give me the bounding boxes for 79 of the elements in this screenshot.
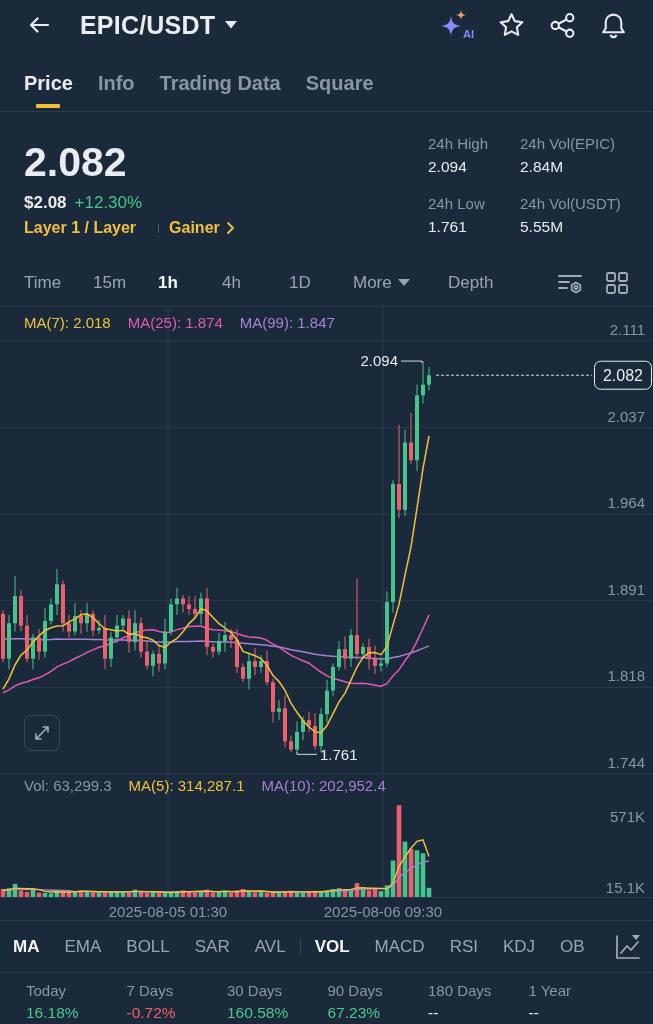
share-icon[interactable] [549,11,576,39]
indicator-tab[interactable]: RSI [449,936,478,957]
indicator-tab[interactable]: MACD [374,936,425,957]
indicator-tab[interactable]: SAR [194,936,230,957]
chart-tab[interactable]: Time [24,272,62,293]
price-axis-label: 1.964 [607,494,645,512]
indicator-tab[interactable]: BOLL [126,936,170,957]
more-dropdown[interactable]: More [353,272,410,293]
volume-legend-label: MA(5): 314,287.1 [128,777,245,795]
last-price: 2.082 [24,139,128,185]
period-change: -0.72% [126,1003,177,1023]
caret-down-icon [397,279,410,286]
line-chart-icon[interactable] [615,933,641,960]
period-label: 30 Days [227,981,284,1001]
stat-label: 24h Vol(EPIC) [520,134,617,154]
price-axis-label: 2.111 [609,321,645,338]
period-change: 67.23% [327,1003,382,1023]
bell-icon[interactable] [600,11,627,39]
price-axis-label: 1.891 [607,580,645,598]
caret-down-icon [225,21,238,29]
chart-tab[interactable]: 4h [222,272,241,293]
stat-label: 24h High [428,134,490,154]
price-change: +12.30% [74,193,143,213]
period-change: -- [428,1003,440,1023]
indicator-tab[interactable]: VOL [314,936,350,957]
volume-axis-label: 571K [609,808,645,825]
ma-legend-label: MA(25): 1.874 [127,314,223,332]
chart-tab[interactable]: 1h [158,272,178,293]
price-axis-label: 1.744 [607,754,645,771]
category-tag[interactable]: Layer 1 / Layer [24,219,137,237]
low-leader-line [296,751,318,755]
time-axis-label: 2025-08-05 01:30 [108,903,228,920]
pair-selector[interactable]: EPIC/USDT [80,10,238,40]
stat-value: 2.84M [520,157,565,177]
indicator-tab[interactable]: EMA [64,936,102,957]
ma-legend-label: MA(99): 1.847 [239,314,335,332]
stat-label: 24h Low [428,194,486,214]
page-tab[interactable]: Trading Data [159,50,281,111]
period-change: 160.58% [227,1003,290,1023]
star-icon[interactable] [498,11,525,39]
period-change: 16.18% [26,1003,80,1023]
grid-layout-icon[interactable] [605,270,629,295]
chart-tab[interactable]: Depth [448,272,494,293]
high-leader-line [400,360,423,364]
period-change: -- [528,1003,540,1023]
current-price-tag: 2.082 [594,360,652,390]
period-label: 90 Days [327,981,384,1001]
ai-assistant-button[interactable]: AI [440,10,474,40]
price-axis-label: 2.037 [607,407,645,425]
volume-legend-label: MA(10): 202,952.4 [261,777,386,795]
stat-label: 24h Vol(USDT) [520,194,622,214]
page-tab[interactable]: Square [305,50,374,111]
period-label: Today [26,981,68,1001]
time-axis-label: 2025-08-06 09:30 [323,903,443,920]
page-tab[interactable]: Info [97,50,135,111]
price-axis-label: 1.818 [607,667,645,685]
indicator-tab[interactable]: MA [13,936,40,957]
expand-button[interactable] [24,715,60,751]
period-label: 1 Year [528,981,573,1001]
page-tab[interactable]: Price [24,50,73,111]
indicator-tab[interactable]: KDJ [503,936,536,957]
high-price-label: 2.094 [360,352,398,370]
volume-axis-label: 15.1K [605,879,645,896]
chart-tab[interactable]: 1D [289,272,311,293]
stat-value: 1.761 [428,217,468,237]
ma-legend-label: MA(7): 2.018 [24,314,111,332]
chart-tab[interactable]: 15m [93,272,127,293]
volume-legend-label: Vol: 63,299.3 [24,777,112,795]
indicator-tab[interactable]: OB [560,936,585,957]
low-price-label: 1.761 [320,746,358,764]
stat-value: 5.55M [520,217,565,237]
period-label: 7 Days [126,981,175,1001]
tag-link[interactable]: Gainer [169,219,234,237]
chevron-right-icon [226,222,234,234]
expand-icon [32,723,52,743]
stat-value: 2.094 [428,157,468,177]
period-label: 180 Days [428,981,493,1001]
indicator-tab[interactable]: AVL [254,936,286,957]
fiat-price: $2.08 [24,193,67,213]
